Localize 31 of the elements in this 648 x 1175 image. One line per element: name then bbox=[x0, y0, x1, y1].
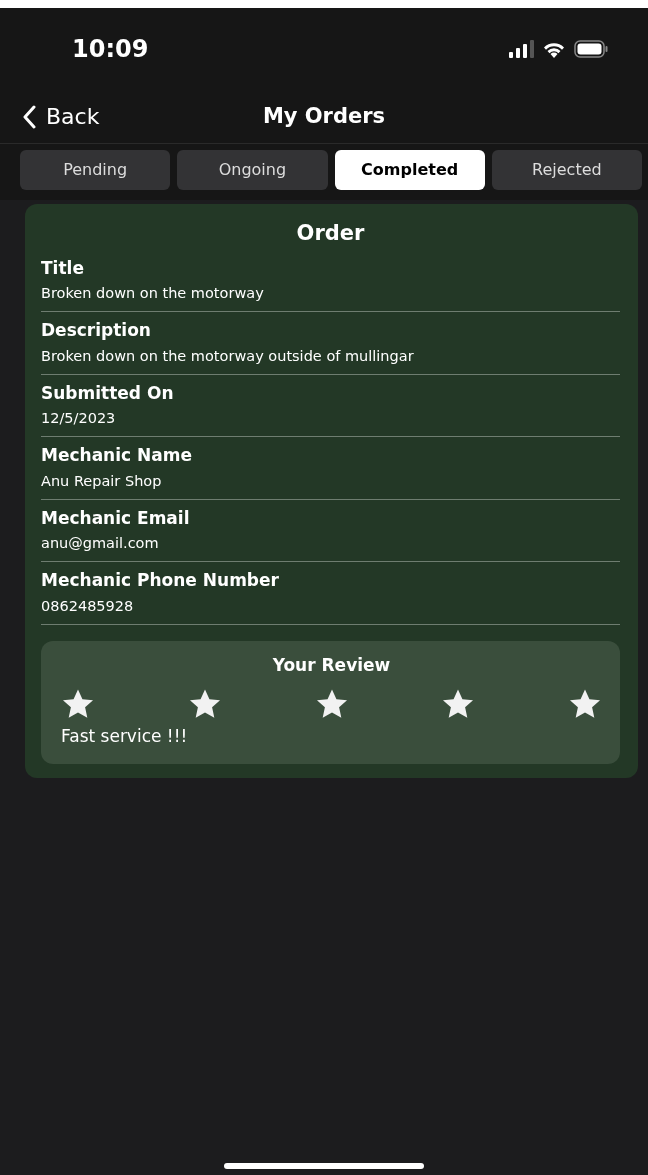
review-heading: Your Review bbox=[271, 653, 392, 677]
star-icon bbox=[61, 688, 95, 720]
page-title: My Orders bbox=[262, 103, 386, 128]
field-label: Description bbox=[41, 319, 151, 342]
back-button[interactable]: Back bbox=[0, 100, 100, 133]
field-label: Title bbox=[41, 256, 84, 280]
field-label: Submitted On bbox=[41, 381, 174, 405]
status-time: 10:09 bbox=[72, 34, 149, 65]
signal-icon bbox=[508, 40, 534, 58]
field-label: Mechanic Name bbox=[41, 444, 192, 467]
star-icon bbox=[187, 688, 222, 720]
wifi-icon bbox=[542, 40, 566, 58]
star-icon bbox=[314, 688, 349, 720]
battery-icon bbox=[574, 40, 608, 58]
field-label: Mechanic Phone Number bbox=[41, 569, 279, 592]
card-heading: Order bbox=[295, 220, 366, 247]
star-icon bbox=[568, 688, 602, 720]
review-comment: Fast service !!! bbox=[61, 725, 188, 748]
field-value: anu@gmail.com bbox=[41, 534, 159, 553]
field-value: Broken down on the motorway outside of mullingar bbox=[41, 346, 414, 366]
tab[interactable]: Rejected bbox=[491, 150, 642, 190]
field-value: 0862485928 bbox=[41, 596, 134, 616]
field-value: Broken down on the motorway bbox=[41, 284, 264, 303]
field-value: Anu Repair Shop bbox=[41, 471, 162, 491]
star-icon bbox=[441, 688, 476, 720]
back-chevron-icon bbox=[22, 104, 36, 129]
tab[interactable]: Ongoing bbox=[177, 150, 328, 190]
tab[interactable]: Pending bbox=[20, 150, 171, 190]
field-value: 12/5/2023 bbox=[41, 409, 116, 428]
field-label: Mechanic Email bbox=[41, 506, 190, 530]
tab[interactable]: Completed bbox=[334, 150, 485, 190]
